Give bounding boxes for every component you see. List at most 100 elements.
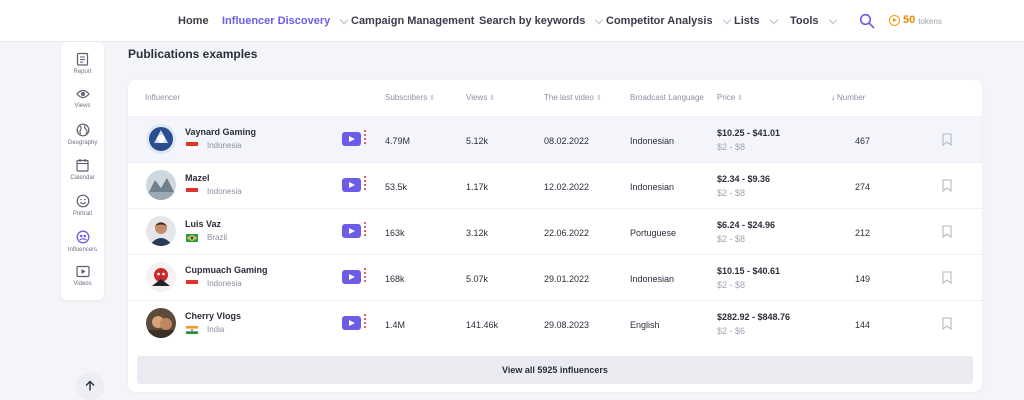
nav-tools-label: Tools xyxy=(790,15,819,27)
column-header-last-video[interactable]: The last video ⇕ xyxy=(544,93,602,102)
price-range: $10.25 - $41.01 xyxy=(717,128,781,138)
price-range: $6.24 - $24.96 xyxy=(717,220,776,230)
column-header-label: Subscribers xyxy=(385,93,428,102)
sidebar-item-label: Influencers xyxy=(67,247,98,253)
bookmark-icon[interactable] xyxy=(942,133,952,147)
nav-influencer-discovery-label: Influencer Discovery xyxy=(222,15,331,27)
influencer-name[interactable]: Luis Vaz xyxy=(185,219,221,229)
nav-tools[interactable]: Tools xyxy=(790,15,837,27)
country: Indonesia xyxy=(186,141,242,150)
language-value: Portuguese xyxy=(630,228,677,238)
sidebar-item-portrait[interactable]: Portrait xyxy=(61,194,104,217)
price-range-alt: $2 - $8 xyxy=(717,234,746,244)
column-header-number[interactable]: ↓ Number xyxy=(831,93,865,102)
nav-search-by-keywords[interactable]: Search by keywords xyxy=(479,15,604,27)
views-value: 3.12k xyxy=(466,228,489,238)
country-name: Indonesia xyxy=(207,141,242,150)
column-header-price[interactable]: Price ⇕ xyxy=(717,93,743,102)
video-icon xyxy=(75,265,90,278)
influencer-name[interactable]: Cherry Vlogs xyxy=(185,311,241,321)
nav-influencer-discovery[interactable]: Influencer Discovery xyxy=(222,15,349,27)
arrow-up-icon xyxy=(85,380,95,391)
subscribers-value: 163k xyxy=(385,228,405,238)
chevron-down-icon xyxy=(769,15,778,24)
nav-search-by-keywords-label: Search by keywords xyxy=(479,15,586,27)
more-options-icon[interactable] xyxy=(364,314,366,332)
sidebar-item-calendar[interactable]: Calendar xyxy=(61,158,104,181)
more-options-icon[interactable] xyxy=(364,268,366,286)
country-name: India xyxy=(207,325,225,334)
sidebar-item-label: Geography xyxy=(67,140,98,146)
nav-lists-label: Lists xyxy=(734,15,760,27)
sidebar-item-views[interactable]: Views xyxy=(61,88,104,109)
sidebar-item-influencers[interactable]: Influencers xyxy=(61,230,104,253)
sort-desc-icon: ↓ xyxy=(831,93,835,102)
play-video-button[interactable] xyxy=(342,132,361,146)
play-video-button[interactable] xyxy=(342,224,361,238)
more-options-icon[interactable] xyxy=(364,130,366,148)
more-options-icon[interactable] xyxy=(364,222,366,240)
last-video-date: 22.06.2022 xyxy=(544,228,590,238)
search-icon[interactable] xyxy=(859,13,875,29)
country: Indonesia xyxy=(186,187,242,196)
last-video-date: 12.02.2022 xyxy=(544,182,590,192)
section-title: Publications examples xyxy=(128,47,258,61)
subscribers-value: 168k xyxy=(385,274,405,284)
tokens-balance[interactable]: 50 tokens xyxy=(889,14,942,26)
scroll-to-top-button[interactable] xyxy=(76,372,104,400)
bookmark-icon[interactable] xyxy=(942,225,952,239)
nav-competitor-analysis[interactable]: Competitor Analysis xyxy=(606,15,731,27)
views-value: 1.17k xyxy=(466,182,489,192)
nav-home[interactable]: Home xyxy=(178,15,209,27)
table-row[interactable]: Mazel Indonesia 53.5k 1.17k 12.02.2022 I… xyxy=(128,162,982,208)
column-header-subscribers[interactable]: Subscribers ⇕ xyxy=(385,93,435,102)
influencer-name[interactable]: Mazel xyxy=(185,173,210,183)
price-range-alt: $2 - $8 xyxy=(717,142,746,152)
flag-indonesia-icon xyxy=(186,141,198,150)
calendar-icon xyxy=(76,159,89,172)
column-header-label: Price xyxy=(717,93,736,102)
nav-competitor-analysis-label: Competitor Analysis xyxy=(606,15,713,27)
top-navigation: Home Influencer Discovery Campaign Manag… xyxy=(0,0,1024,42)
last-video-date: 08.02.2022 xyxy=(544,136,590,146)
table-row[interactable]: Cherry Vlogs India 1.4M 141.46k 29.08.20… xyxy=(128,300,982,346)
avatar xyxy=(146,216,176,246)
sidebar-item-label: Calendar xyxy=(70,175,95,181)
bookmark-icon[interactable] xyxy=(942,179,952,193)
nav-home-label: Home xyxy=(178,15,209,27)
influencer-name[interactable]: Cupmuach Gaming xyxy=(185,265,268,275)
language-value: English xyxy=(630,320,660,330)
influencers-icon xyxy=(76,230,89,244)
number-value: 144 xyxy=(854,320,870,330)
report-icon xyxy=(76,52,89,66)
globe-icon xyxy=(76,123,89,137)
sidebar-item-report[interactable]: Report xyxy=(61,52,104,75)
nav-lists[interactable]: Lists xyxy=(734,15,778,27)
influencer-name[interactable]: Vaynard Gaming xyxy=(185,127,256,137)
column-header-views[interactable]: Views ⇕ xyxy=(466,93,495,102)
play-video-button[interactable] xyxy=(342,270,361,284)
table-row[interactable]: Vaynard Gaming Indonesia 4.79M 5.12k 08.… xyxy=(128,116,982,162)
table-row[interactable]: Cupmuach Gaming Indonesia 168k 5.07k 29.… xyxy=(128,254,982,300)
nav-campaign-management[interactable]: Campaign Management xyxy=(351,15,474,27)
language-value: Indonesian xyxy=(630,274,675,284)
country-name: Indonesia xyxy=(207,187,242,196)
play-video-button[interactable] xyxy=(342,316,361,330)
flag-indonesia-icon xyxy=(186,279,198,288)
sidebar-item-geography[interactable]: Geography xyxy=(61,123,104,146)
bookmark-icon[interactable] xyxy=(942,317,952,331)
column-header-influencer: Influencer xyxy=(145,93,180,102)
nav-campaign-management-label: Campaign Management xyxy=(351,15,475,27)
sort-icon: ⇕ xyxy=(429,95,436,102)
bookmark-icon[interactable] xyxy=(942,271,952,285)
sidebar-item-videos[interactable]: Videos xyxy=(61,265,104,287)
report-sidebar: Report Views Geography Calendar Portrait… xyxy=(61,42,104,300)
sidebar-item-label: Videos xyxy=(73,281,92,287)
play-video-button[interactable] xyxy=(342,178,361,192)
number-value: 274 xyxy=(854,182,870,192)
views-value: 5.12k xyxy=(466,136,489,146)
table-row[interactable]: Luis Vaz Brazil 163k 3.12k 22.06.2022 Po… xyxy=(128,208,982,254)
language-value: Indonesian xyxy=(630,182,675,192)
view-all-influencers-button[interactable]: View all 5925 influencers xyxy=(137,356,973,384)
more-options-icon[interactable] xyxy=(364,176,366,194)
